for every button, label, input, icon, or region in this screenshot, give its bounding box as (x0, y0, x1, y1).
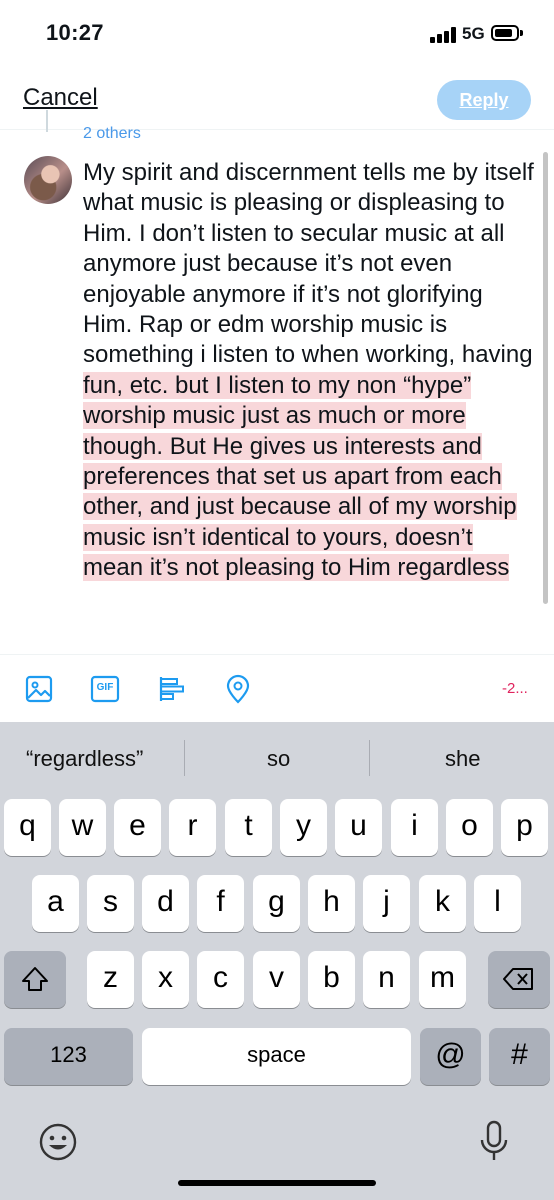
poll-icon[interactable] (157, 674, 187, 704)
gif-label: GIF (96, 682, 114, 693)
battery-tip (520, 30, 523, 36)
key-q[interactable]: q (4, 799, 51, 856)
suggestion-divider (184, 740, 185, 776)
key-n[interactable]: n (363, 951, 410, 1008)
key-o[interactable]: o (446, 799, 493, 856)
key-h[interactable]: h (308, 875, 355, 932)
key-g[interactable]: g (253, 875, 300, 932)
at-key[interactable]: @ (420, 1028, 481, 1085)
cancel-button[interactable]: Cancel (23, 84, 98, 112)
space-key[interactable]: space (142, 1028, 411, 1085)
compose-textarea[interactable]: My spirit and discernment tells me by it… (83, 158, 535, 584)
backspace-key[interactable] (488, 951, 550, 1008)
avatar[interactable] (24, 156, 72, 204)
key-w[interactable]: w (59, 799, 106, 856)
key-t[interactable]: t (225, 799, 272, 856)
key-s[interactable]: s (87, 875, 134, 932)
image-icon[interactable] (24, 674, 54, 704)
signal-icon (430, 27, 458, 43)
scrollbar[interactable] (543, 152, 548, 604)
key-j[interactable]: j (363, 875, 410, 932)
compose-divider (0, 654, 554, 655)
key-p[interactable]: p (501, 799, 548, 856)
suggestion-2[interactable]: so (267, 746, 290, 772)
key-i[interactable]: i (391, 799, 438, 856)
key-r[interactable]: r (169, 799, 216, 856)
shift-key[interactable] (4, 951, 66, 1008)
key-k[interactable]: k (419, 875, 466, 932)
gif-icon[interactable]: GIF (90, 674, 120, 704)
key-y[interactable]: y (280, 799, 327, 856)
key-a[interactable]: a (32, 875, 79, 932)
hash-key[interactable]: # (489, 1028, 550, 1085)
suggestion-3[interactable]: she (445, 746, 480, 772)
emoji-icon[interactable] (38, 1122, 78, 1162)
key-c[interactable]: c (197, 951, 244, 1008)
key-m[interactable]: m (419, 951, 466, 1008)
compose-text-plain: My spirit and discernment tells me by it… (83, 159, 534, 369)
network-type: 5G (462, 24, 485, 43)
reply-button[interactable]: Reply (437, 80, 531, 120)
compose-text-over-limit: fun, etc. but I listen to my non “hype” … (83, 371, 517, 582)
battery-icon (491, 25, 519, 41)
thread-line (46, 110, 48, 132)
key-z[interactable]: z (87, 951, 134, 1008)
character-counter: -2... (502, 680, 528, 697)
key-e[interactable]: e (114, 799, 161, 856)
backspace-icon (503, 968, 533, 990)
suggestion-divider (369, 740, 370, 776)
microphone-icon[interactable] (478, 1120, 510, 1164)
numbers-key[interactable]: 123 (4, 1028, 133, 1085)
key-b[interactable]: b (308, 951, 355, 1008)
location-icon[interactable] (223, 674, 253, 704)
status-bar: 10:27 5G (0, 0, 554, 66)
key-x[interactable]: x (142, 951, 189, 1008)
key-u[interactable]: u (335, 799, 382, 856)
home-indicator (178, 1180, 376, 1186)
key-l[interactable]: l (474, 875, 521, 932)
key-v[interactable]: v (253, 951, 300, 1008)
key-d[interactable]: d (142, 875, 189, 932)
suggestion-1[interactable]: “regardless” (26, 746, 143, 772)
shift-icon (22, 967, 48, 991)
keyboard: “regardless” so she q w e r t y u i o p … (0, 722, 554, 1200)
status-time: 10:27 (46, 20, 104, 45)
key-f[interactable]: f (197, 875, 244, 932)
reply-context[interactable]: 2 others (83, 125, 141, 143)
